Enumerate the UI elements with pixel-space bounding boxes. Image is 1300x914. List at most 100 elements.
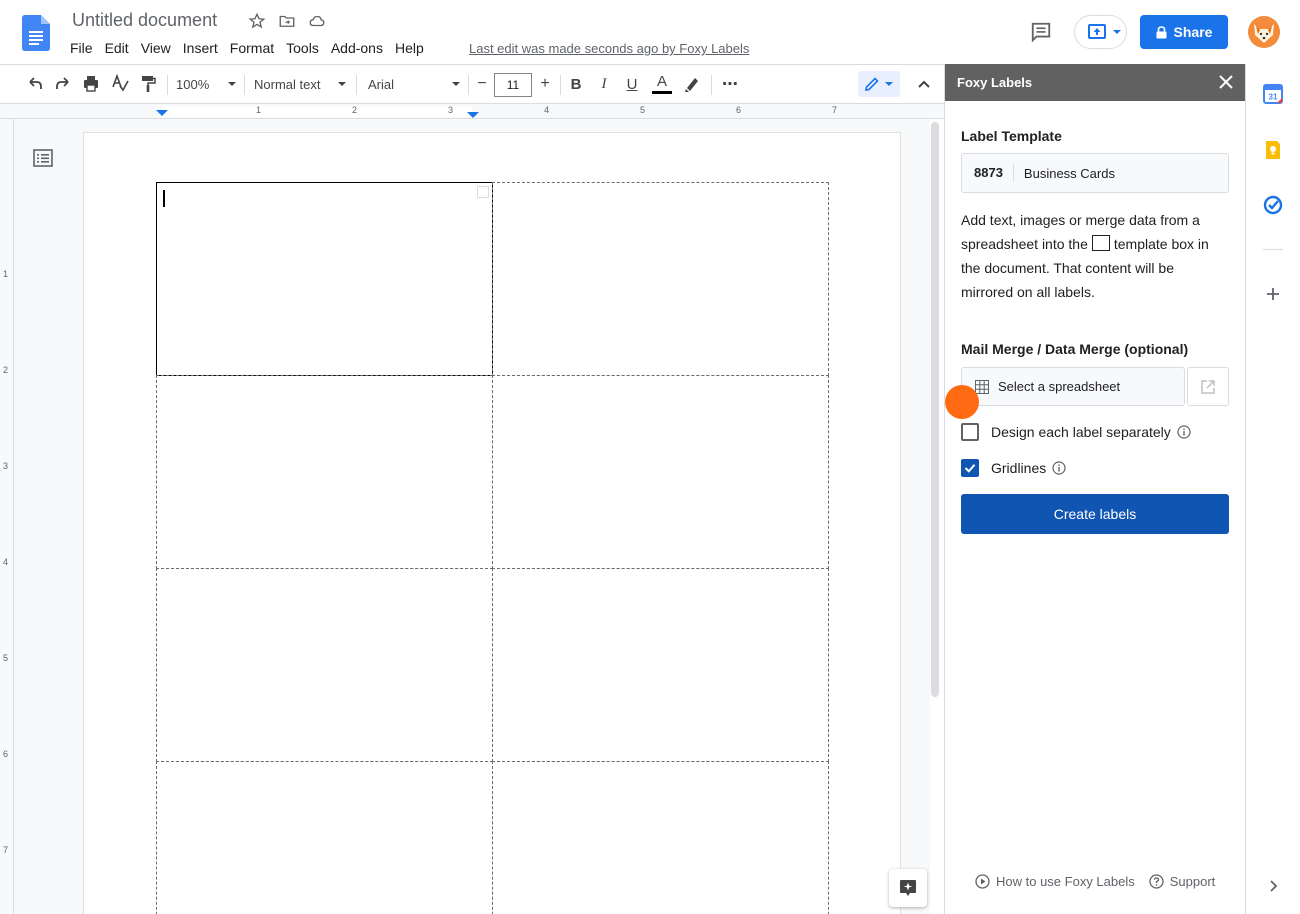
paragraph-style-select[interactable]: Normal text xyxy=(254,65,346,103)
design-each-label: Design each label separately xyxy=(991,424,1171,440)
vruler-number: 3 xyxy=(3,461,9,471)
share-button[interactable]: Share xyxy=(1140,15,1228,49)
star-icon[interactable] xyxy=(248,12,266,30)
design-each-checkbox[interactable] xyxy=(961,423,979,441)
document-outline-icon[interactable] xyxy=(33,149,53,167)
move-folder-icon[interactable] xyxy=(278,12,296,30)
label-cell[interactable] xyxy=(492,182,829,376)
highlight-color-icon[interactable] xyxy=(683,65,701,103)
editing-mode-button[interactable] xyxy=(858,71,900,97)
checkmark-icon xyxy=(964,464,976,473)
click-indicator xyxy=(945,385,979,419)
document-canvas xyxy=(14,119,930,914)
vruler-number: 1 xyxy=(3,269,9,279)
menu-edit[interactable]: Edit xyxy=(99,40,135,58)
increase-font-size-button[interactable]: + xyxy=(537,65,553,103)
right-indent-marker-icon[interactable] xyxy=(465,107,481,119)
label-template-cell[interactable] xyxy=(156,182,493,376)
ruler-number: 3 xyxy=(448,105,454,115)
chevron-right-icon[interactable] xyxy=(1263,876,1283,896)
chevron-down-icon xyxy=(338,82,346,86)
last-edit-link[interactable]: Last edit was made seconds ago by Foxy L… xyxy=(469,41,749,56)
redo-icon[interactable] xyxy=(54,65,72,103)
spellcheck-icon[interactable] xyxy=(111,65,129,103)
toolbar-divider xyxy=(244,75,245,95)
text-cursor xyxy=(163,190,165,207)
undo-icon[interactable] xyxy=(26,65,44,103)
create-labels-button[interactable]: Create labels xyxy=(961,494,1229,534)
open-spreadsheet-button[interactable] xyxy=(1187,367,1229,406)
template-code: 8873 xyxy=(962,164,1014,182)
comment-history-icon[interactable] xyxy=(1030,21,1052,43)
menu-file[interactable]: File xyxy=(64,40,99,58)
font-size-input[interactable]: 11 xyxy=(494,73,532,97)
vruler-number: 5 xyxy=(3,653,9,663)
support-label: Support xyxy=(1169,874,1216,889)
italic-button[interactable]: I xyxy=(596,65,612,103)
document-scrollbar[interactable] xyxy=(931,122,939,697)
present-icon xyxy=(1088,24,1106,39)
document-page[interactable] xyxy=(84,133,900,914)
paint-format-icon[interactable] xyxy=(139,65,157,103)
info-icon[interactable] xyxy=(1052,461,1066,475)
user-avatar[interactable] xyxy=(1248,16,1280,48)
decrease-font-size-button[interactable]: − xyxy=(474,65,490,103)
label-cell[interactable] xyxy=(492,568,829,762)
formatting-toolbar: 100% Normal text Arial − 11 + B I U A ⋯ xyxy=(0,64,944,104)
info-icon[interactable] xyxy=(1177,425,1191,439)
more-options-button[interactable]: ⋯ xyxy=(720,65,740,103)
menu-format[interactable]: Format xyxy=(224,40,280,58)
explore-button[interactable] xyxy=(889,869,927,907)
keep-icon[interactable] xyxy=(1263,140,1283,160)
svg-text:31: 31 xyxy=(1269,93,1278,102)
text-color-letter: A xyxy=(656,73,667,90)
tasks-icon[interactable] xyxy=(1263,195,1283,215)
toolbar-divider xyxy=(468,75,469,95)
support-link[interactable]: Support xyxy=(1149,874,1216,889)
label-cell[interactable] xyxy=(156,375,493,569)
collapse-toolbar-icon[interactable] xyxy=(916,65,932,103)
text-color-button[interactable]: A xyxy=(651,65,673,103)
document-title[interactable]: Untitled document xyxy=(72,10,217,31)
close-icon[interactable] xyxy=(1217,73,1235,91)
app-header: Untitled document File Edit View Insert … xyxy=(0,0,1300,64)
how-to-link[interactable]: How to use Foxy Labels xyxy=(975,874,1135,889)
label-cell[interactable] xyxy=(156,761,493,914)
calendar-icon[interactable]: 31 xyxy=(1263,84,1283,104)
gridlines-checkbox[interactable] xyxy=(961,459,979,477)
font-family-select[interactable]: Arial xyxy=(368,65,460,103)
menu-addons[interactable]: Add-ons xyxy=(325,40,389,58)
bold-button[interactable]: B xyxy=(568,65,584,103)
mail-merge-heading: Mail Merge / Data Merge (optional) xyxy=(961,341,1189,357)
ruler-active-area xyxy=(162,106,472,117)
menu-tools[interactable]: Tools xyxy=(280,40,325,58)
select-spreadsheet-button[interactable]: Select a spreadsheet xyxy=(961,367,1185,406)
cloud-saved-icon[interactable] xyxy=(308,12,326,30)
present-button[interactable] xyxy=(1074,15,1127,49)
ruler-number: 7 xyxy=(832,105,838,115)
label-cell[interactable] xyxy=(156,568,493,762)
docs-logo-icon[interactable] xyxy=(22,15,50,51)
pencil-icon xyxy=(865,77,879,91)
gridlines-row: Gridlines xyxy=(961,459,1066,477)
lock-icon xyxy=(1156,25,1167,38)
menu-view[interactable]: View xyxy=(135,40,177,58)
left-indent-marker-icon[interactable] xyxy=(154,107,170,119)
foxy-labels-panel: Foxy Labels Label Template 8873 Business… xyxy=(944,64,1245,914)
label-cell[interactable] xyxy=(492,375,829,569)
add-addon-icon[interactable] xyxy=(1263,284,1283,304)
menu-help[interactable]: Help xyxy=(389,40,430,58)
zoom-select[interactable]: 100% xyxy=(176,65,236,103)
print-icon[interactable] xyxy=(82,65,100,103)
spreadsheet-grid-icon xyxy=(975,379,989,394)
template-name: Business Cards xyxy=(1023,165,1115,181)
design-each-row: Design each label separately xyxy=(961,423,1191,441)
chevron-down-icon xyxy=(228,82,236,86)
cell-dropdown-icon[interactable] xyxy=(477,186,489,198)
label-cell[interactable] xyxy=(492,761,829,914)
label-template-select[interactable]: 8873 Business Cards xyxy=(961,153,1229,193)
template-box-icon xyxy=(1091,235,1110,251)
font-family-value: Arial xyxy=(368,76,395,92)
underline-button[interactable]: U xyxy=(624,65,640,103)
menu-insert[interactable]: Insert xyxy=(177,40,224,58)
